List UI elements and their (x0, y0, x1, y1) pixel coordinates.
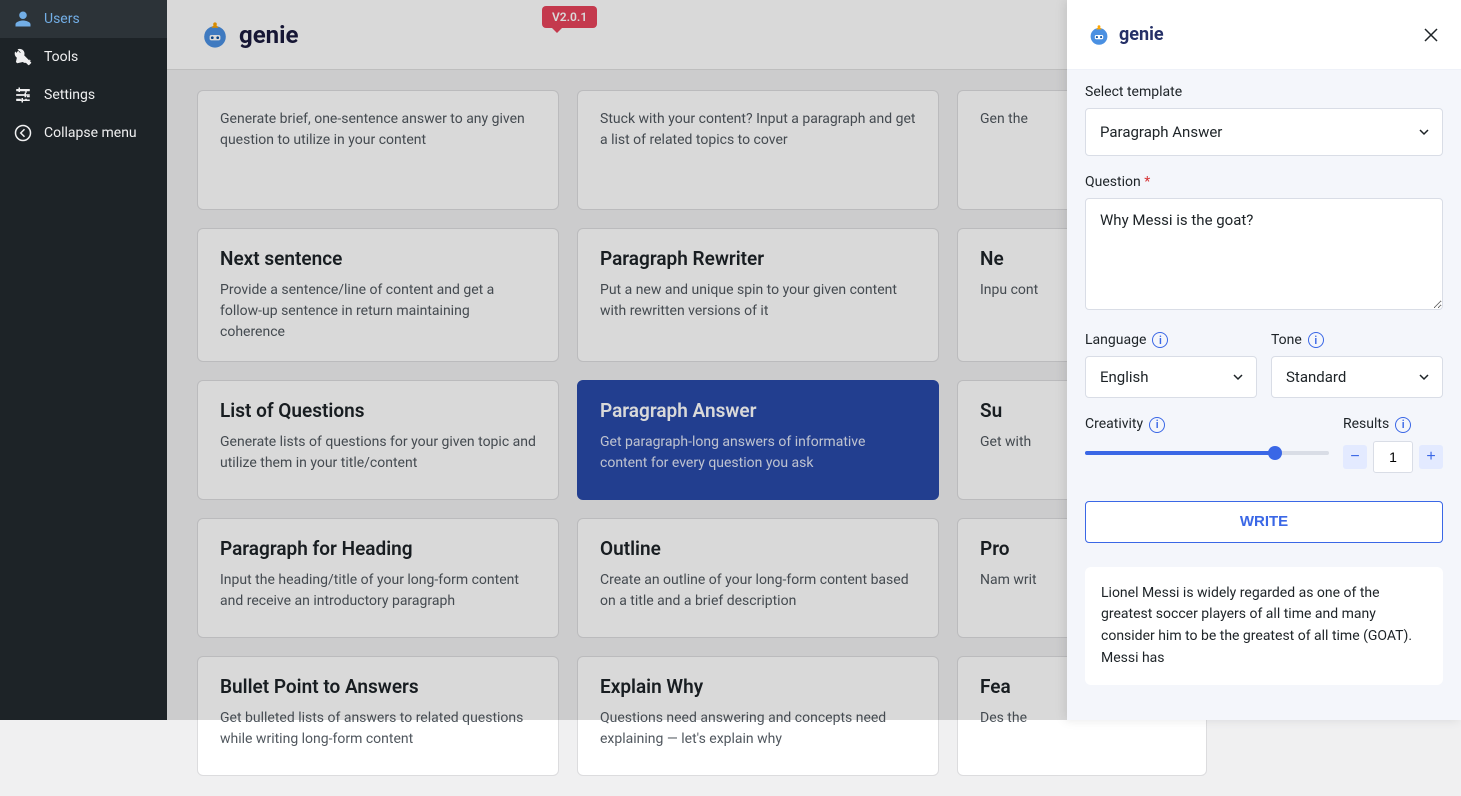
question-input[interactable] (1085, 198, 1443, 310)
card-title: Explain Why (600, 675, 916, 698)
card-title: Bullet Point to Answers (220, 675, 536, 698)
panel-header: genie (1067, 0, 1461, 70)
user-icon (14, 10, 32, 28)
tone-select[interactable]: Standard (1271, 356, 1443, 398)
wrench-icon (14, 48, 32, 66)
version-badge: V2.0.1 (542, 6, 597, 28)
panel-logo-text: genie (1119, 24, 1164, 45)
template-card[interactable]: Stuck with your content? Input a paragra… (577, 90, 939, 210)
language-select-value: English (1085, 356, 1257, 398)
genie-logo-icon (1085, 21, 1113, 49)
info-icon[interactable]: i (1395, 417, 1411, 433)
card-desc: Stuck with your content? Input a paragra… (600, 109, 916, 151)
template-card-paragraph-rewriter[interactable]: Paragraph Rewriter Put a new and unique … (577, 228, 939, 362)
creativity-slider[interactable] (1085, 451, 1329, 455)
tone-label: Tonei (1271, 332, 1443, 348)
results-stepper: − + (1343, 441, 1443, 473)
results-input[interactable] (1373, 441, 1413, 473)
sidebar-item-users[interactable]: Users (0, 0, 167, 38)
template-card-outline[interactable]: Outline Create an outline of your long-f… (577, 518, 939, 638)
card-desc: Get paragraph-long answers of informativ… (600, 432, 916, 474)
card-title: Paragraph Answer (600, 399, 916, 422)
sidebar-item-label: Tools (44, 49, 78, 65)
template-card-paragraph-for-heading[interactable]: Paragraph for Heading Input the heading/… (197, 518, 559, 638)
sidebar: Users Tools Settings Collapse menu (0, 0, 167, 720)
sidebar-item-label: Users (44, 11, 80, 27)
card-title: Paragraph for Heading (220, 537, 536, 560)
write-button[interactable]: WRITE (1085, 501, 1443, 543)
sidebar-item-label: Settings (44, 87, 95, 103)
template-card-bullet-point[interactable]: Bullet Point to Answers Get bulleted lis… (197, 656, 559, 776)
card-desc: Put a new and unique spin to your given … (600, 280, 916, 322)
card-title: Outline (600, 537, 916, 560)
template-select-value: Paragraph Answer (1085, 108, 1443, 156)
result-text: Lionel Messi is widely regarded as one o… (1101, 583, 1427, 670)
template-select[interactable]: Paragraph Answer (1085, 108, 1443, 156)
template-card-next-sentence[interactable]: Next sentence Provide a sentence/line of… (197, 228, 559, 362)
logo: genie (197, 17, 298, 53)
info-icon[interactable]: i (1152, 332, 1168, 348)
sidebar-item-settings[interactable]: Settings (0, 76, 167, 114)
close-button[interactable] (1419, 23, 1443, 47)
sliders-icon (14, 86, 32, 104)
template-card-explain-why[interactable]: Explain Why Questions need answering and… (577, 656, 939, 776)
card-title: Paragraph Rewriter (600, 247, 916, 270)
sidebar-item-collapse[interactable]: Collapse menu (0, 114, 167, 152)
genie-logo-icon (197, 17, 233, 53)
card-title: List of Questions (220, 399, 536, 422)
card-desc: Input the heading/title of your long-for… (220, 570, 536, 612)
template-card-list-of-questions[interactable]: List of Questions Generate lists of ques… (197, 380, 559, 500)
sidebar-item-label: Collapse menu (44, 125, 137, 141)
card-desc: Generate brief, one-sentence answer to a… (220, 109, 536, 151)
results-label: Resultsi (1343, 416, 1443, 432)
slider-thumb[interactable] (1268, 446, 1282, 460)
panel-body: Select template Paragraph Answer Questio… (1067, 70, 1461, 720)
template-card-paragraph-answer[interactable]: Paragraph Answer Get paragraph-long answ… (577, 380, 939, 500)
result-card: Lionel Messi is widely regarded as one o… (1085, 567, 1443, 686)
card-desc: Get bulleted lists of answers to related… (220, 708, 536, 750)
close-icon (1423, 27, 1439, 43)
stepper-minus-button[interactable]: − (1343, 445, 1367, 469)
tone-select-value: Standard (1271, 356, 1443, 398)
question-label: Question * (1085, 174, 1443, 190)
card-desc: Questions need answering and concepts ne… (600, 708, 916, 750)
language-select[interactable]: English (1085, 356, 1257, 398)
creativity-label: Creativityi (1085, 416, 1329, 432)
template-card[interactable]: Generate brief, one-sentence answer to a… (197, 90, 559, 210)
card-title: Next sentence (220, 247, 536, 270)
info-icon[interactable]: i (1308, 332, 1324, 348)
collapse-icon (14, 124, 32, 142)
panel-logo: genie (1085, 21, 1164, 49)
slider-fill (1085, 451, 1275, 455)
card-desc: Generate lists of questions for your giv… (220, 432, 536, 474)
stepper-plus-button[interactable]: + (1419, 445, 1443, 469)
template-panel: genie Select template Paragraph Answer Q… (1067, 0, 1461, 720)
card-desc: Create an outline of your long-form cont… (600, 570, 916, 612)
select-template-label: Select template (1085, 84, 1443, 100)
sidebar-item-tools[interactable]: Tools (0, 38, 167, 76)
logo-text: genie (239, 21, 298, 49)
language-label: Languagei (1085, 332, 1257, 348)
info-icon[interactable]: i (1149, 417, 1165, 433)
card-desc: Provide a sentence/line of content and g… (220, 280, 536, 343)
